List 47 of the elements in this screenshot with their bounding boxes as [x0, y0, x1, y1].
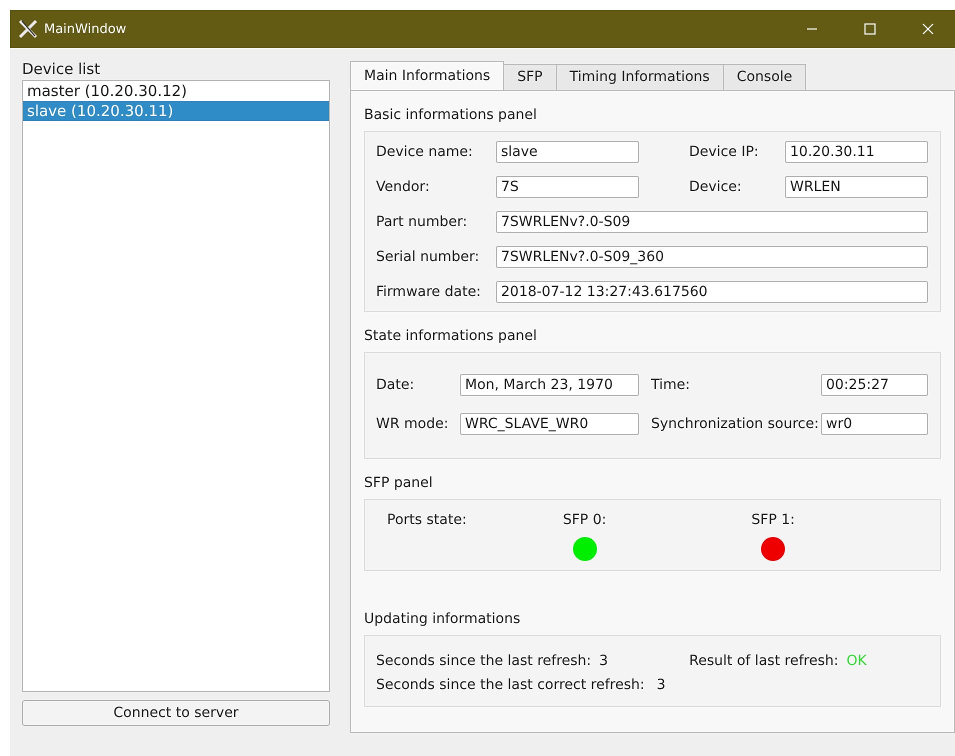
tab[interactable]: Timing Informations	[556, 64, 724, 90]
input-field[interactable]: 7SWRLENv?.0-S09_360	[496, 246, 928, 268]
field-label: Device:	[689, 179, 743, 195]
input-field[interactable]: wr0	[821, 413, 928, 435]
panel-title: Basic informations panel	[364, 107, 537, 125]
field-label: Device IP:	[689, 144, 760, 160]
device-list-item[interactable]: slave (10.20.30.11)	[23, 101, 329, 121]
device-list-item[interactable]: master (10.20.30.12)	[23, 81, 329, 101]
status-text: OK	[846, 653, 867, 669]
field-label: Seconds since the last refresh:	[376, 653, 592, 669]
field-label: Part number:	[376, 214, 468, 230]
value-text: 3	[599, 653, 610, 669]
input-field[interactable]: 7SWRLENv?.0-S09	[496, 211, 928, 233]
maximize-icon[interactable]	[864, 23, 876, 35]
device-list-label: Device list	[22, 60, 100, 78]
window-title: MainWindow	[44, 22, 126, 36]
field-label: Result of last refresh:	[689, 653, 838, 669]
input-field[interactable]: Mon, March 23, 1970	[460, 374, 639, 396]
field-label: Time:	[650, 377, 691, 393]
tab[interactable]: Console	[722, 64, 806, 90]
port-label: SFP 1:	[751, 512, 795, 528]
field-label: Serial number:	[376, 249, 480, 265]
panel-title: SFP panel	[364, 475, 433, 493]
field-label: Firmware date:	[376, 284, 482, 300]
port-label: SFP 0:	[562, 512, 606, 528]
input-field[interactable]: 7S	[496, 176, 639, 198]
input-field[interactable]: slave	[496, 141, 639, 163]
field-label: Device name:	[376, 144, 474, 160]
tab[interactable]: SFP	[503, 64, 557, 90]
input-field[interactable]: 00:25:27	[821, 374, 928, 396]
field-label: Date:	[376, 377, 416, 393]
input-field[interactable]: WRC_SLAVE_WR0	[460, 413, 639, 435]
field-label: Synchronization source:	[650, 416, 820, 432]
x-logo-icon	[18, 19, 38, 39]
input-field[interactable]: WRLEN	[785, 176, 928, 198]
panel-title: State informations panel	[364, 328, 537, 346]
connect-button[interactable]: Connect to server	[22, 700, 330, 726]
ports-state-label: Ports state:	[387, 512, 468, 530]
close-icon[interactable]	[922, 23, 934, 35]
field-label: Seconds since the last correct refresh:	[376, 677, 645, 693]
panel-title: Updating informations	[364, 611, 520, 629]
input-field[interactable]: 2018-07-12 13:27:43.617560	[496, 281, 928, 303]
input-field[interactable]: 10.20.30.11	[785, 141, 928, 163]
value-text: 3	[656, 677, 666, 693]
field-label: WR mode:	[376, 416, 450, 432]
field-label: Vendor:	[376, 179, 431, 195]
tab[interactable]: Main Informations	[350, 61, 504, 90]
